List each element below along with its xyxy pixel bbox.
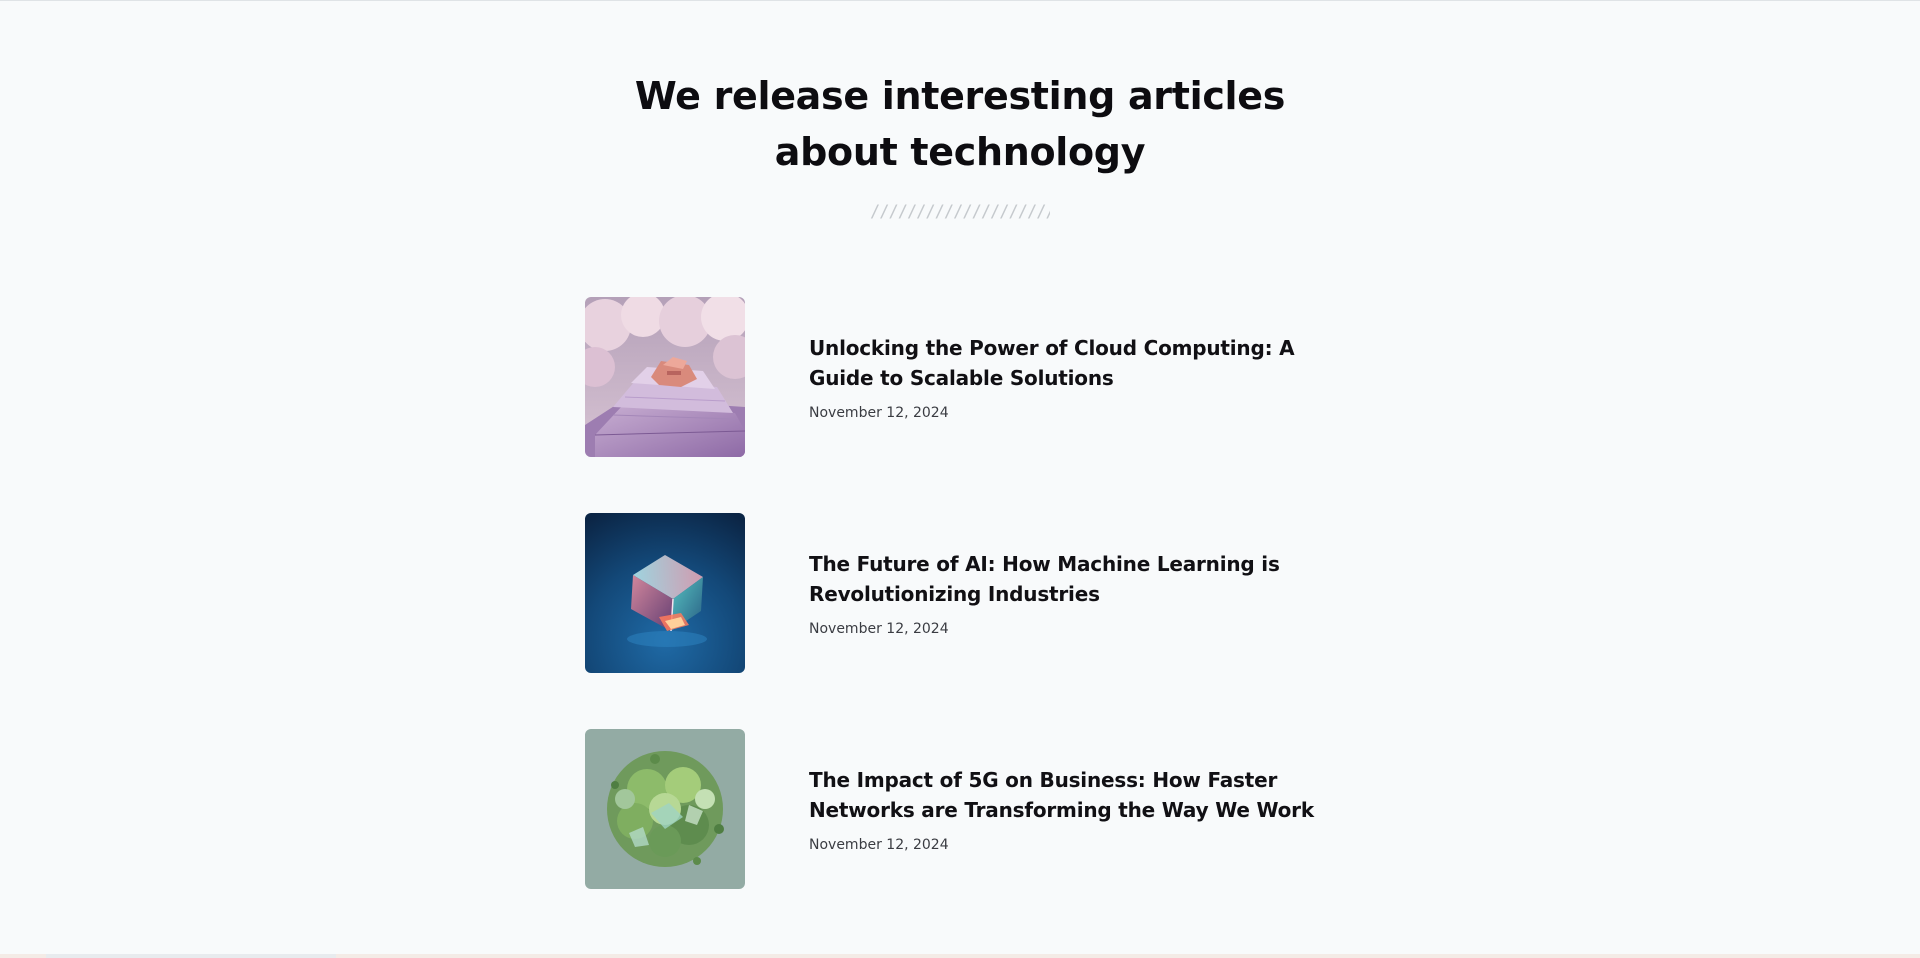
green-sphere-image[interactable] xyxy=(585,729,745,889)
article-date: November 12, 2024 xyxy=(809,621,949,637)
article-card[interactable]: Unlocking the Power of Cloud Computing: … xyxy=(585,297,1345,457)
article-text: The Future of AI: How Machine Learning i… xyxy=(809,513,1349,673)
article-link[interactable]: Unlocking the Power of Cloud Computing: … xyxy=(809,336,1295,390)
article-link[interactable]: The Impact of 5G on Business: How Faster… xyxy=(809,768,1314,822)
title-divider: ////////////////////// xyxy=(870,202,1050,222)
article-list: Unlocking the Power of Cloud Computing: … xyxy=(585,297,1345,945)
article-text: The Impact of 5G on Business: How Faster… xyxy=(809,729,1349,889)
article-title: Unlocking the Power of Cloud Computing: … xyxy=(809,333,1349,393)
cloud-steps-image[interactable] xyxy=(585,297,745,457)
article-title: The Impact of 5G on Business: How Faster… xyxy=(809,765,1349,825)
article-card[interactable]: The Future of AI: How Machine Learning i… xyxy=(585,513,1345,673)
article-title: The Future of AI: How Machine Learning i… xyxy=(809,549,1349,609)
article-date: November 12, 2024 xyxy=(809,405,949,421)
top-divider xyxy=(0,0,1920,1)
glass-cube-image[interactable] xyxy=(585,513,745,673)
article-text: Unlocking the Power of Cloud Computing: … xyxy=(809,297,1349,457)
bottom-edge-segment xyxy=(46,954,336,958)
article-link[interactable]: The Future of AI: How Machine Learning i… xyxy=(809,552,1280,606)
article-date: November 12, 2024 xyxy=(809,837,949,853)
article-card[interactable]: The Impact of 5G on Business: How Faster… xyxy=(585,729,1345,889)
section-title: We release interesting articles about te… xyxy=(634,74,1286,174)
section-header: We release interesting articles about te… xyxy=(0,68,1920,222)
